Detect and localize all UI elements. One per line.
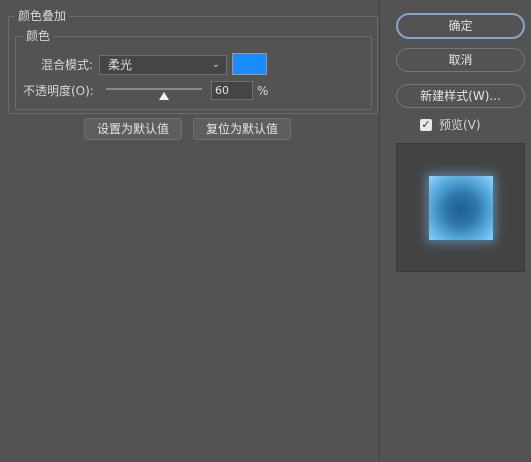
blend-mode-select[interactable]: 柔光 ⌄ bbox=[99, 55, 227, 75]
cancel-button[interactable]: 取消 bbox=[396, 48, 525, 72]
style-preview bbox=[396, 143, 525, 272]
color-swatch[interactable] bbox=[232, 53, 267, 75]
opacity-slider-track[interactable] bbox=[106, 88, 202, 90]
opacity-label: 不透明度(O): bbox=[23, 84, 94, 98]
blend-mode-value: 柔光 bbox=[108, 58, 133, 72]
ok-label: 确定 bbox=[448, 19, 473, 33]
color-group-title: 颜色 bbox=[23, 29, 54, 43]
set-default-label: 设置为默认值 bbox=[96, 122, 169, 136]
reset-default-button[interactable]: 复位为默认值 bbox=[193, 118, 291, 140]
preview-label: 预览(V) bbox=[439, 118, 481, 132]
opacity-unit: % bbox=[257, 84, 269, 98]
new-style-label: 新建样式(W)... bbox=[420, 89, 501, 103]
opacity-slider-thumb[interactable] bbox=[158, 92, 169, 100]
blend-mode-label: 混合模式: bbox=[41, 58, 94, 72]
ok-button[interactable]: 确定 bbox=[396, 13, 525, 39]
opacity-input[interactable]: 60 bbox=[211, 81, 253, 100]
new-style-button[interactable]: 新建样式(W)... bbox=[396, 84, 525, 108]
chevron-down-icon: ⌄ bbox=[211, 59, 220, 70]
preview-thumbnail bbox=[429, 176, 493, 240]
preview-checkbox[interactable]: ✓ bbox=[420, 119, 432, 131]
set-default-button[interactable]: 设置为默认值 bbox=[84, 118, 182, 140]
reset-default-label: 复位为默认值 bbox=[205, 122, 278, 136]
section-title: 颜色叠加 bbox=[15, 9, 70, 23]
panel-divider bbox=[379, 0, 380, 462]
cancel-label: 取消 bbox=[448, 53, 473, 67]
